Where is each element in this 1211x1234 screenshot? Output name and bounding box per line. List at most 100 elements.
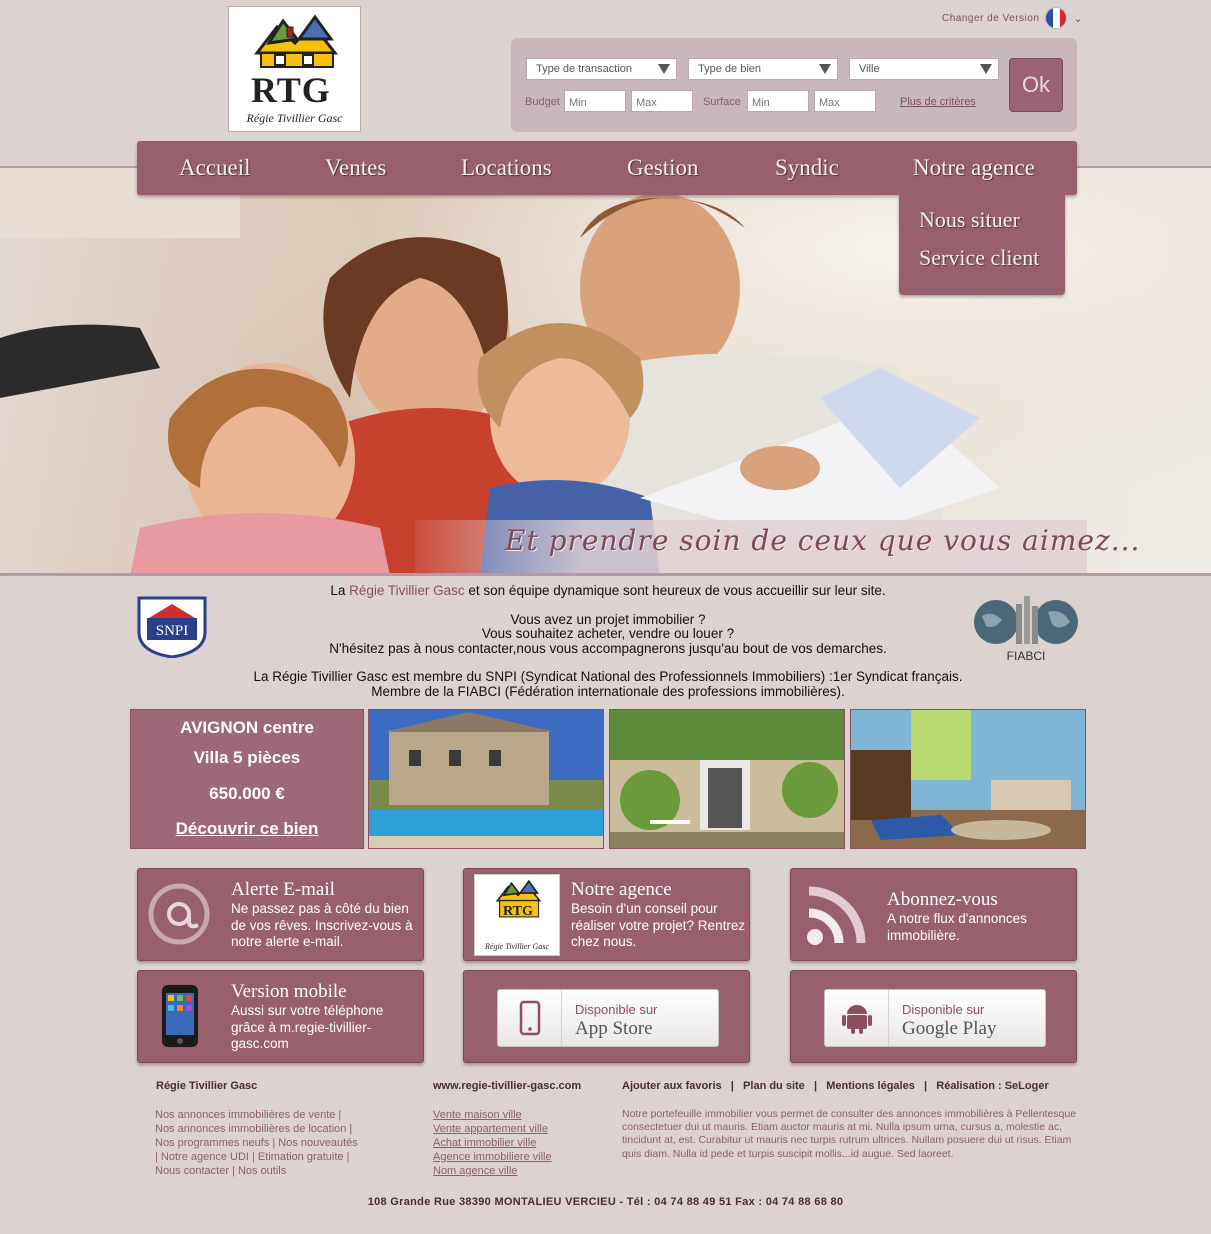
intro-line-6: Membre de la FIABCI (Fédération internat…: [371, 683, 845, 699]
nav-item-locations[interactable]: Locations: [461, 155, 552, 181]
dropdown-arrow-icon: [819, 64, 831, 74]
chevron-down-icon[interactable]: ⌄: [1073, 12, 1082, 25]
city-select[interactable]: Ville: [849, 58, 999, 80]
intro-text: La Régie Tivillier Gasc et son équipe dy…: [220, 583, 996, 699]
intro-line-4: N'hésitez pas à nous contacter,nous vous…: [329, 640, 887, 656]
footer-link[interactable]: Nos annonces immobilières de location |: [155, 1122, 358, 1136]
featured-property[interactable]: AVIGNON centre Villa 5 pièces 650.000 € …: [130, 709, 364, 849]
hero-slogan: Et prendre soin de ceux que vous aimez..…: [505, 524, 1141, 557]
footer-address: 108 Grande Rue 38390 MONTALIEU VERCIEU -…: [367, 1196, 844, 1208]
android-icon: [825, 990, 889, 1046]
logo-text: RTG: [251, 70, 331, 110]
property-photo-villa-pool[interactable]: [368, 709, 604, 849]
footer-link[interactable]: Nos annonces immobilières de vente |: [155, 1108, 358, 1122]
menu-item-service-client[interactable]: Service client: [919, 245, 1039, 271]
google-play-line1: Disponible sur: [902, 1002, 985, 1017]
smartphone-icon: [162, 985, 198, 1047]
footer-col1-links: Nos annonces immobilières de vente | Nos…: [155, 1108, 358, 1178]
agency-box[interactable]: RTG Régie Tivillier Gasc Notre agence Be…: [463, 868, 750, 961]
nav-item-notre-agence[interactable]: Notre agence: [913, 155, 1035, 181]
agency-title: Notre agence: [571, 879, 672, 900]
app-store-line2: App Store: [575, 1018, 653, 1039]
transaction-select-value: Type de transaction: [536, 63, 633, 75]
featured-location: AVIGNON centre: [180, 718, 314, 737]
footer-link[interactable]: | Notre agence UDI | Etimation gratuite …: [155, 1150, 358, 1164]
main-nav: Accueil Ventes Locations Gestion Syndic …: [137, 141, 1077, 195]
google-play-box: Disponible sur Google Play: [790, 970, 1077, 1063]
featured-type: Villa 5 pièces: [193, 748, 301, 767]
footer-link[interactable]: Vente maison ville: [433, 1108, 552, 1122]
site-logo[interactable]: RTG Régie Tivillier Gasc: [228, 6, 361, 132]
property-type-select[interactable]: Type de bien: [688, 58, 838, 80]
more-criteria-link[interactable]: Plus de critères: [900, 96, 976, 108]
nav-item-gestion[interactable]: Gestion: [627, 155, 699, 181]
app-store-button[interactable]: Disponible sur App Store: [497, 989, 719, 1047]
footer-col2-links: Vente maison ville Vente appartement vil…: [433, 1108, 552, 1178]
intro-line-1-post: et son équipe dynamique sont heureux de …: [464, 583, 886, 598]
email-alert-title: Alerte E-mail: [231, 879, 335, 900]
agency-logo-thumb: RTG Régie Tivillier Gasc: [474, 874, 560, 956]
footer-link[interactable]: Nous contacter | Nos outils: [155, 1164, 358, 1178]
nav-item-syndic[interactable]: Syndic: [775, 155, 839, 181]
property-photo-living-room[interactable]: [850, 709, 1086, 849]
french-flag-icon[interactable]: [1045, 7, 1068, 29]
email-alert-text: Ne passez pas à côté du bien de vos rêve…: [231, 901, 413, 949]
rss-box[interactable]: Abonnez-vous A notre flux d'annonces imm…: [790, 868, 1077, 961]
hero-divider: [0, 573, 1211, 576]
budget-label: Budget: [525, 96, 560, 108]
agency-logo-caption: Régie Tivillier Gasc: [485, 942, 549, 951]
mobile-version-title: Version mobile: [231, 981, 347, 1002]
transaction-select[interactable]: Type de transaction: [526, 58, 677, 80]
language-label: Changer de Version: [942, 12, 1040, 24]
footer-utility-links[interactable]: Ajouter aux favoris | Plan du site | Men…: [622, 1080, 1049, 1092]
footer-col1-title: Régie Tivillier Gasc: [156, 1080, 258, 1092]
surface-min-input[interactable]: [747, 90, 809, 112]
nav-item-accueil[interactable]: Accueil: [179, 155, 251, 181]
footer-col2-title[interactable]: www.regie-tivillier-gasc.com: [433, 1080, 581, 1092]
snpi-label: SNPI: [156, 623, 189, 639]
city-select-value: Ville: [859, 63, 880, 75]
agency-text: Besoin d'un conseil pour réaliser votre …: [571, 901, 746, 949]
intro-line-2: Vous avez un projet immobilier ?: [510, 611, 706, 627]
footer-link[interactable]: Vente appartement ville: [433, 1122, 552, 1136]
at-sign-icon: [148, 883, 210, 945]
email-alert-box[interactable]: Alerte E-mail Ne passez pas à côté du bi…: [137, 868, 424, 961]
logo-caption: Régie Tivillier Gasc: [246, 111, 343, 125]
intro-line-5: La Régie Tivillier Gasc est membre du SN…: [253, 669, 963, 684]
footer-link[interactable]: Nos programmes neufs | Nos nouveautés: [155, 1136, 358, 1150]
dropdown-arrow-icon: [980, 64, 992, 74]
surface-max-input[interactable]: [814, 90, 876, 112]
intro-line-1: La Régie Tivillier Gasc et son équipe dy…: [220, 583, 996, 599]
search-panel: Type de transaction Type de bien Ville B…: [511, 38, 1077, 132]
language-switcher[interactable]: Changer de Version ⌄: [942, 7, 1083, 29]
budget-min-input[interactable]: [564, 90, 626, 112]
budget-max-input[interactable]: [631, 90, 693, 112]
featured-cta-link[interactable]: Découvrir ce bien: [131, 819, 363, 839]
rss-text: A notre flux d'annonces immobilière.: [887, 911, 1027, 943]
snpi-logo[interactable]: SNPI: [137, 596, 207, 658]
rss-title: Abonnez-vous: [887, 889, 998, 910]
intro-line-1-pre: La: [330, 583, 350, 598]
google-play-line2: Google Play: [902, 1018, 997, 1039]
google-play-button[interactable]: Disponible sur Google Play: [824, 989, 1046, 1047]
intro-line-3: Vous souhaitez acheter, vendre ou louer …: [481, 626, 735, 641]
footer-description: Notre portefeuille immobilier vous perme…: [622, 1108, 1077, 1160]
fiabci-label: FIABCI: [1007, 649, 1046, 663]
footer-link[interactable]: Agence immobiliere ville: [433, 1150, 552, 1164]
footer-link[interactable]: Achat immobilier ville: [433, 1136, 552, 1150]
agency-dropdown-menu: Nous situer Service client: [899, 195, 1065, 295]
app-store-box: Disponible sur App Store: [463, 970, 750, 1063]
dropdown-arrow-icon: [658, 64, 670, 74]
search-submit-button[interactable]: Ok: [1009, 58, 1063, 112]
footer-link[interactable]: Nom agence ville: [433, 1164, 552, 1178]
surface-label: Surface: [703, 96, 741, 108]
featured-price: 650.000 €: [209, 784, 285, 803]
mobile-version-box[interactable]: Version mobile Aussi sur votre téléphone…: [137, 970, 424, 1063]
agency-logo-text: RTG: [503, 903, 533, 919]
app-store-line1: Disponible sur: [575, 1002, 658, 1017]
phone-icon: [498, 990, 562, 1046]
property-type-select-value: Type de bien: [698, 63, 761, 75]
menu-item-nous-situer[interactable]: Nous situer: [919, 207, 1020, 233]
property-photo-stone-house[interactable]: [609, 709, 845, 849]
nav-item-ventes[interactable]: Ventes: [325, 155, 386, 181]
